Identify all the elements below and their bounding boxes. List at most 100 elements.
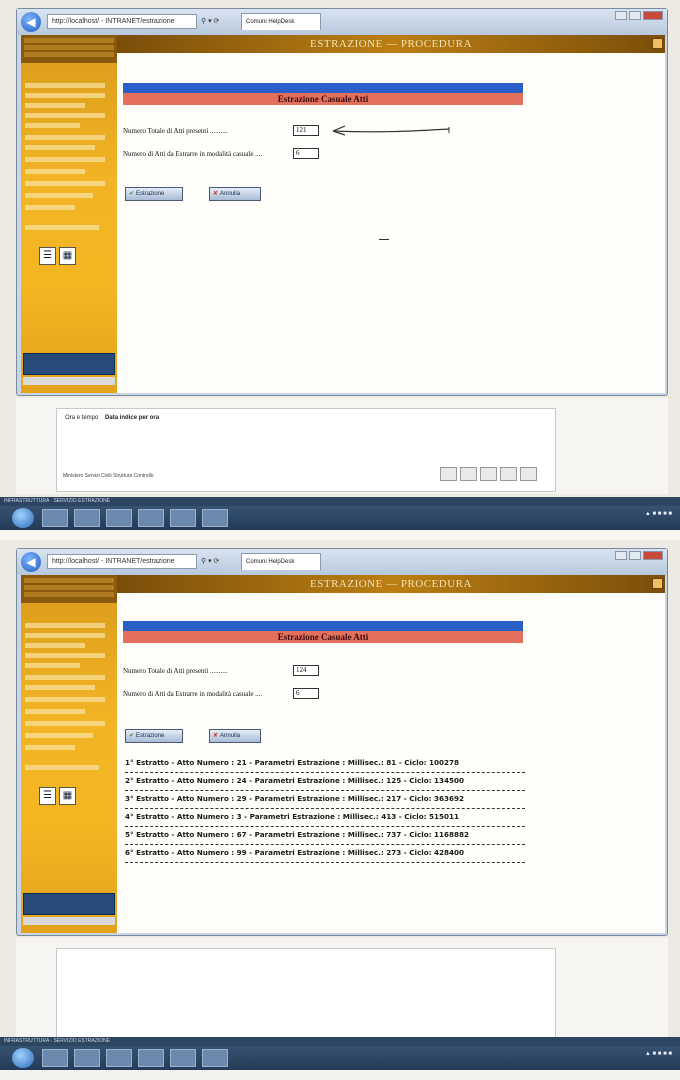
- close-icon[interactable]: [643, 11, 663, 20]
- page-title: ESTRAZIONE — PROCEDURA: [310, 578, 472, 590]
- editor-btn[interactable]: [500, 467, 517, 481]
- estrazione-button[interactable]: ✔ Estrazione: [125, 729, 183, 743]
- window-controls[interactable]: [613, 551, 663, 562]
- sidebar-item[interactable]: [25, 103, 85, 108]
- section-bar-blue: [123, 83, 523, 93]
- atti-da-estrarre-input[interactable]: 6: [293, 148, 319, 159]
- sidebar-item[interactable]: [25, 135, 105, 140]
- pdf-icon[interactable]: ▦: [59, 247, 76, 265]
- section-title: Estrazione Casuale Atti: [123, 631, 523, 643]
- pdf-icon[interactable]: ▦: [59, 787, 76, 805]
- address-controls[interactable]: ⚲ ▾ ⟳: [201, 14, 219, 29]
- taskbar: INFRASTRUTTURA · SERVIZIO ESTRAZIONE ▲ ■…: [0, 497, 680, 530]
- sidebar-item[interactable]: [25, 675, 105, 680]
- atti-da-estrarre-input[interactable]: 6: [293, 688, 319, 699]
- sidebar-item[interactable]: [25, 623, 105, 628]
- total-atti-label: Numero Totale di Atti presenti .........…: [123, 127, 228, 135]
- taskbar-app[interactable]: [202, 1049, 228, 1067]
- system-tray[interactable]: ▲ ■ ■ ■ ■: [645, 1051, 672, 1057]
- total-atti-input[interactable]: 121: [293, 125, 319, 136]
- sidebar-item[interactable]: [25, 709, 85, 714]
- taskbar-app[interactable]: [202, 509, 228, 527]
- taskbar-app[interactable]: [106, 1049, 132, 1067]
- sidebar-item[interactable]: [25, 123, 80, 128]
- sidebar-item[interactable]: [25, 745, 75, 750]
- sidebar-item[interactable]: [25, 145, 95, 150]
- annulla-button[interactable]: ✘ Annulla: [209, 729, 261, 743]
- section-title: Estrazione Casuale Atti: [123, 93, 523, 105]
- annulla-button-label: Annulla: [220, 191, 241, 197]
- sidebar-item[interactable]: [25, 181, 105, 186]
- sidebar-item[interactable]: [25, 633, 105, 638]
- header-close-icon[interactable]: [652, 38, 663, 49]
- section-bar-blue: [123, 621, 523, 631]
- result-row: 6° Estratto - Atto Numero : 99 - Paramet…: [125, 847, 525, 863]
- sidebar-item[interactable]: [25, 643, 85, 648]
- sidebar-item[interactable]: [25, 225, 99, 230]
- sidebar-item[interactable]: [25, 697, 105, 702]
- sidebar-item[interactable]: [25, 83, 105, 88]
- editor-panel: Ora e tempo Data indice per ora Minister…: [56, 408, 556, 492]
- screenshot-1: ◀ http://localhost/ - INTRANET/estrazion…: [0, 0, 680, 530]
- editor-col-text: Data indice per ora: [105, 415, 160, 421]
- separator: [0, 530, 680, 540]
- system-tray[interactable]: ▲ ■ ■ ■ ■: [645, 511, 672, 517]
- page-viewport: ☰ ▦ ESTRAZIONE — PROCEDURA Estrazione Ca…: [21, 35, 665, 393]
- screenshot-2: ◀ http://localhost/ - INTRANET/estrazion…: [0, 540, 680, 1070]
- sidebar-item[interactable]: [25, 765, 99, 770]
- window-controls[interactable]: [613, 11, 663, 22]
- sidebar-item[interactable]: [25, 113, 105, 118]
- address-controls[interactable]: ⚲ ▾ ⟳: [201, 554, 219, 569]
- editor-panel: [56, 948, 556, 1038]
- minimize-icon[interactable]: [615, 551, 627, 560]
- sidebar-item[interactable]: [25, 663, 80, 668]
- sidebar-item[interactable]: [25, 169, 85, 174]
- taskbar-strip: INFRASTRUTTURA · SERVIZIO ESTRAZIONE: [0, 1037, 680, 1046]
- close-icon[interactable]: [643, 551, 663, 560]
- total-atti-input[interactable]: 124: [293, 665, 319, 676]
- annulla-button[interactable]: ✘ Annulla: [209, 187, 261, 201]
- sidebar-header: [21, 35, 117, 63]
- minimize-icon[interactable]: [615, 11, 627, 20]
- editor-btn[interactable]: [460, 467, 477, 481]
- atti-da-estrarre-label: Numero di Atti da Estrarre in modalità c…: [123, 690, 263, 698]
- sidebar-item[interactable]: [25, 733, 93, 738]
- sidebar: ☰ ▦: [21, 35, 117, 393]
- page-title: ESTRAZIONE — PROCEDURA: [310, 38, 472, 50]
- back-arrow-icon[interactable]: ◀: [21, 552, 41, 572]
- taskbar-app[interactable]: [138, 509, 164, 527]
- sidebar-item[interactable]: [25, 93, 105, 98]
- address-bar[interactable]: http://localhost/ - INTRANET/estrazione: [47, 14, 197, 29]
- address-bar[interactable]: http://localhost/ - INTRANET/estrazione: [47, 554, 197, 569]
- windows-start-icon[interactable]: [12, 1048, 34, 1068]
- taskbar-app[interactable]: [138, 1049, 164, 1067]
- browser-tab[interactable]: Comuni HelpDesk: [241, 13, 321, 30]
- taskbar-app[interactable]: [170, 1049, 196, 1067]
- sidebar-item[interactable]: [25, 653, 105, 658]
- sidebar-item[interactable]: [25, 721, 105, 726]
- taskbar-app[interactable]: [74, 1049, 100, 1067]
- taskbar-app[interactable]: [42, 509, 68, 527]
- sidebar-item[interactable]: [25, 193, 93, 198]
- maximize-icon[interactable]: [629, 11, 641, 20]
- estrazione-button[interactable]: ✔ Estrazione: [125, 187, 183, 201]
- taskbar-app[interactable]: [170, 509, 196, 527]
- editor-btn[interactable]: [480, 467, 497, 481]
- document-icon[interactable]: ☰: [39, 787, 56, 805]
- editor-btn[interactable]: [520, 467, 537, 481]
- maximize-icon[interactable]: [629, 551, 641, 560]
- taskbar-app[interactable]: [74, 509, 100, 527]
- result-row: 4° Estratto - Atto Numero : 3 - Parametr…: [125, 811, 525, 827]
- taskbar-app[interactable]: [106, 509, 132, 527]
- document-icon[interactable]: ☰: [39, 247, 56, 265]
- taskbar: INFRASTRUTTURA · SERVIZIO ESTRAZIONE ▲ ■…: [0, 1037, 680, 1070]
- header-close-icon[interactable]: [652, 578, 663, 589]
- browser-tab[interactable]: Comuni HelpDesk: [241, 553, 321, 570]
- windows-start-icon[interactable]: [12, 508, 34, 528]
- back-arrow-icon[interactable]: ◀: [21, 12, 41, 32]
- taskbar-app[interactable]: [42, 1049, 68, 1067]
- sidebar-item[interactable]: [25, 157, 105, 162]
- sidebar-item[interactable]: [25, 205, 75, 210]
- sidebar-item[interactable]: [25, 685, 95, 690]
- editor-btn[interactable]: [440, 467, 457, 481]
